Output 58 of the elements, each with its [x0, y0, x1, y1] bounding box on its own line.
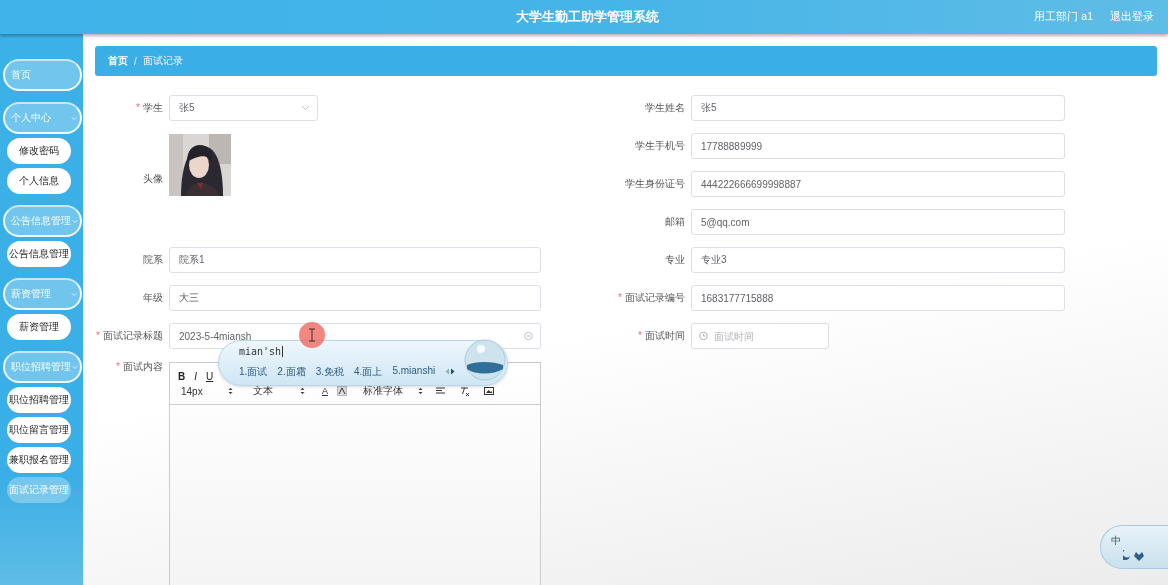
- field-label: 学生手机号: [634, 139, 685, 153]
- field-label: * 面试时间: [637, 329, 685, 343]
- time-field[interactable]: 面试时间: [691, 323, 829, 349]
- submenu-item[interactable]: 公告信息管理: [7, 241, 71, 267]
- input-field[interactable]: 专业3: [691, 247, 1065, 273]
- ime-candidate[interactable]: 5.mianshi: [392, 365, 436, 379]
- select-field[interactable]: 张5: [169, 95, 318, 121]
- clear-format-icon[interactable]: [460, 386, 470, 396]
- field-label: 院系: [142, 253, 163, 267]
- input-field[interactable]: 17788889999: [691, 133, 1065, 159]
- clock-icon: [699, 331, 708, 341]
- field-label: * 面试内容: [115, 360, 163, 374]
- submenu-item[interactable]: 修改密码: [7, 138, 71, 164]
- submenu-item[interactable]: 职位留言管理: [7, 417, 71, 443]
- input-field[interactable]: 5@qq.com: [691, 209, 1065, 235]
- field-label: 头像: [142, 172, 163, 186]
- ime-status-bar[interactable]: 中: [1100, 525, 1168, 569]
- align-icon[interactable]: [436, 387, 445, 395]
- up-down-icon: [418, 387, 423, 395]
- field-label: 年级: [142, 291, 163, 305]
- user-name: 用工部门 a1: [1034, 10, 1093, 24]
- submenu-item[interactable]: 职位招聘管理: [7, 387, 71, 413]
- ime-candidate[interactable]: 1.面试: [239, 365, 268, 379]
- input-field[interactable]: 张5: [691, 95, 1065, 121]
- underline-button[interactable]: U: [206, 370, 214, 382]
- up-down-icon: [228, 387, 233, 395]
- format-select[interactable]: 文本: [253, 384, 305, 398]
- input-field[interactable]: 大三: [169, 285, 541, 311]
- font-size-select[interactable]: 14px: [181, 385, 233, 397]
- bold-button[interactable]: B: [178, 370, 186, 382]
- font-family-select[interactable]: 标准字体: [363, 384, 423, 398]
- font-color-button[interactable]: A: [322, 386, 328, 396]
- app-title: 大学生勤工助学管理系统: [516, 8, 659, 26]
- input-field[interactable]: 1683177715888: [691, 285, 1065, 311]
- submenu-item[interactable]: 兼职报名管理: [7, 447, 71, 473]
- input-field[interactable]: 院系1: [169, 247, 541, 273]
- field-label: 邮箱: [664, 215, 685, 229]
- input-mode[interactable]: 中: [1111, 534, 1121, 548]
- up-down-icon: [300, 387, 305, 395]
- submenu-item[interactable]: 薪资管理: [7, 314, 71, 340]
- field-label: * 面试记录标题: [95, 329, 163, 343]
- ime-candidate[interactable]: 3.免税: [315, 365, 345, 379]
- page-arrows-icon[interactable]: [445, 368, 455, 375]
- ime-candidate[interactable]: 2.面霜: [277, 365, 306, 379]
- ime-candidate[interactable]: 4.面上: [354, 365, 383, 379]
- field-label: 学生身份证号: [624, 177, 685, 191]
- chevron-icon: [301, 105, 310, 111]
- field-label: * 面试记录编号: [617, 291, 685, 305]
- field-label: 专业: [664, 253, 685, 267]
- field-label: 学生姓名: [644, 101, 685, 115]
- cursor-highlight-icon: [298, 321, 326, 349]
- breadcrumb-separator: /: [134, 55, 137, 67]
- field-label: * 学生: [135, 101, 163, 115]
- submenu-item[interactable]: 个人信息: [7, 168, 71, 194]
- input-field[interactable]: 444222666699998887: [691, 171, 1065, 197]
- image-icon[interactable]: [484, 387, 494, 395]
- ime-composition: mian'sh: [239, 346, 284, 357]
- italic-button[interactable]: I: [194, 370, 197, 382]
